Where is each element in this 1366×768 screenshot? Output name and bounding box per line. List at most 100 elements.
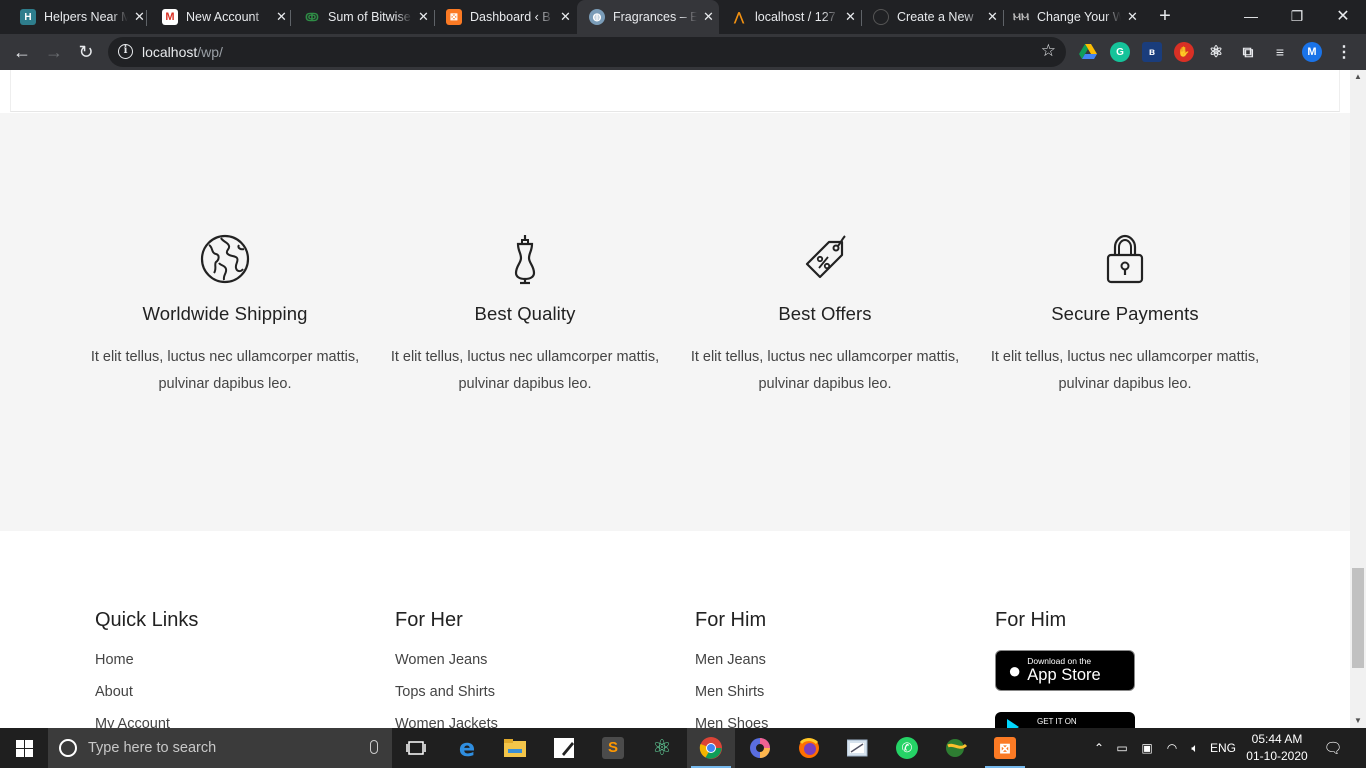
footer-link-men-jeans[interactable]: Men Jeans — [695, 652, 995, 684]
extensions-puzzle-icon[interactable]: ⧉ — [1238, 42, 1258, 62]
menu-kebab-icon[interactable]: ⋮ — [1334, 42, 1354, 62]
whatsapp-icon[interactable]: ✆ — [883, 728, 931, 768]
close-icon[interactable]: ✕ — [845, 9, 856, 25]
tab-sum-of-bitwise[interactable]: ↂ Sum of Bitwise ✕ — [290, 0, 434, 34]
window-close-icon[interactable]: ✕ — [1320, 0, 1366, 32]
footer-link-men-shoes[interactable]: Men Shoes — [695, 716, 995, 728]
notifications-icon[interactable]: 🗨︎ — [1320, 728, 1346, 768]
forward-arrow-icon[interactable]: → — [40, 38, 68, 66]
close-icon[interactable]: ✕ — [418, 9, 429, 25]
google-play-badge[interactable]: GET IT ON — [995, 712, 1135, 728]
url-text[interactable]: localhost/wp/ — [142, 44, 223, 60]
tab-change-your[interactable]: ⲘⲘ Change Your W ✕ — [1003, 0, 1144, 34]
wifi-icon[interactable]: ◠ — [1162, 728, 1182, 768]
tab-localhost-phpmyadmin[interactable]: ⋀ localhost / 127 ✕ — [719, 0, 861, 34]
footer-link-tops-and-shirts[interactable]: Tops and Shirts — [395, 684, 695, 716]
address-bar[interactable]: i localhost/wp/ ☆ — [108, 37, 1066, 67]
page-scrollbar[interactable]: ▲ ▼ — [1350, 70, 1366, 728]
show-hidden-icons-chevron-icon[interactable]: ⌃ — [1090, 728, 1108, 768]
react-devtools-icon[interactable]: ⚛ — [1206, 42, 1226, 62]
close-icon[interactable]: ✕ — [276, 9, 287, 25]
minimize-icon[interactable]: — — [1228, 0, 1274, 32]
phpmyadmin-icon: ⋀ — [734, 10, 744, 24]
microphone-icon[interactable] — [370, 740, 378, 754]
close-icon[interactable]: ✕ — [987, 9, 998, 25]
close-icon[interactable]: ✕ — [703, 9, 714, 25]
github-icon — [873, 9, 889, 25]
close-icon[interactable]: ✕ — [1127, 9, 1138, 25]
google-play-small-text: GET IT ON — [1037, 717, 1077, 726]
footer-heading: Quick Links — [95, 609, 199, 631]
footer-link-men-shirts[interactable]: Men Shirts — [695, 684, 995, 716]
footer-link-home[interactable]: Home — [95, 652, 395, 684]
footer-link-my-account[interactable]: My Account — [95, 716, 395, 728]
language-indicator[interactable]: ENG — [1208, 728, 1238, 768]
header-strip — [10, 70, 1340, 112]
footer-link-women-jackets[interactable]: Women Jackets — [395, 716, 695, 728]
device-icon[interactable]: ▭ — [1112, 728, 1132, 768]
bookmark-star-icon[interactable]: ☆ — [1041, 41, 1056, 61]
edge-icon[interactable]: e — [443, 728, 491, 768]
tab-label: Fragrances – E — [613, 10, 697, 24]
scrollbar-thumb[interactable] — [1352, 568, 1364, 668]
battery-icon[interactable]: ▣ — [1136, 728, 1158, 768]
restore-icon[interactable]: ❐ — [1274, 0, 1320, 32]
feature-best-quality: Best Quality It elit tellus, luctus nec … — [375, 233, 675, 398]
tab-dashboard[interactable]: ⊠ Dashboard ‹ B ✕ — [434, 0, 577, 34]
feature-title: Best Quality — [474, 303, 576, 324]
back-arrow-icon[interactable]: ← — [8, 38, 36, 66]
taskbar-search-box[interactable]: Type here to search — [48, 728, 392, 768]
tab-label: Sum of Bitwise — [328, 10, 411, 24]
profile-avatar[interactable]: M — [1302, 42, 1322, 62]
volume-icon[interactable]: 🔈︎ — [1184, 728, 1206, 768]
new-tab-button[interactable]: + — [1142, 0, 1188, 32]
app-store-badge[interactable]: ● Download on the App Store — [995, 650, 1135, 691]
close-icon[interactable]: ✕ — [560, 9, 571, 25]
xampp-icon: ⊠ — [446, 9, 462, 25]
network-globe-icon[interactable] — [932, 728, 980, 768]
footer-column-quick-links: Quick Links Home About My Account — [95, 609, 395, 728]
chrome-icon[interactable] — [687, 728, 735, 768]
mu-icon: ⲘⲘ — [1012, 11, 1030, 23]
grammarly-icon[interactable]: G — [1110, 42, 1130, 62]
tab-label: New Account — [186, 10, 259, 24]
atom-icon[interactable]: ⚛ — [638, 728, 686, 768]
media-queue-icon[interactable]: ≡ — [1270, 42, 1290, 62]
footer-column-apps: For Him ● Download on the App Store GET … — [995, 609, 1295, 728]
scroll-up-arrow-icon[interactable]: ▲ — [1350, 70, 1366, 84]
globe-icon: ◍ — [589, 9, 605, 25]
footer-heading: For Him — [995, 609, 1067, 631]
scroll-down-arrow-icon[interactable]: ▼ — [1350, 714, 1366, 728]
windows-start-icon[interactable] — [0, 728, 48, 768]
close-icon[interactable]: ✕ — [134, 9, 145, 25]
padlock-icon — [1106, 234, 1144, 284]
xampp-control-icon[interactable]: ⊠ — [981, 728, 1029, 768]
google-drive-icon[interactable] — [1078, 42, 1098, 62]
photos-icon[interactable] — [736, 728, 784, 768]
feature-worldwide-shipping: Worldwide Shipping It elit tellus, luctu… — [75, 233, 375, 398]
tab-label: Create a New — [897, 10, 974, 24]
notepad-icon[interactable] — [540, 728, 588, 768]
footer-link-about[interactable]: About — [95, 684, 395, 716]
task-view-icon[interactable] — [392, 728, 440, 768]
price-tag-icon — [805, 235, 846, 279]
snipping-tool-icon[interactable] — [834, 728, 882, 768]
reload-icon[interactable]: ↻ — [72, 38, 100, 66]
hand-stop-icon[interactable]: ✋ — [1174, 42, 1194, 62]
tab-new-account[interactable]: M New Account ✕ — [146, 0, 290, 34]
search-icon — [59, 739, 77, 757]
feature-text: It elit tellus, luctus nec ullamcorper m… — [390, 349, 660, 392]
extension-blue-icon[interactable]: в — [1142, 42, 1162, 62]
tab-strip: H Helpers Near Me ✕ M New Account ✕ ↂ Su… — [0, 0, 1366, 34]
footer-link-women-jeans[interactable]: Women Jeans — [395, 652, 695, 684]
tab-create-new[interactable]: Create a New ✕ — [861, 0, 1003, 34]
file-explorer-icon[interactable] — [491, 728, 539, 768]
tab-label: Change Your W — [1037, 10, 1121, 24]
tab-helpers-near-me[interactable]: H Helpers Near Me ✕ — [0, 0, 146, 34]
tab-fragrances[interactable]: ◍ Fragrances – E ✕ — [577, 0, 719, 34]
info-icon[interactable]: i — [118, 44, 133, 59]
firefox-icon[interactable] — [785, 728, 833, 768]
system-clock[interactable]: 05:44 AM 01-10-2020 — [1236, 731, 1318, 765]
clock-time: 05:44 AM — [1251, 732, 1303, 746]
sublime-text-icon[interactable]: S — [589, 728, 637, 768]
